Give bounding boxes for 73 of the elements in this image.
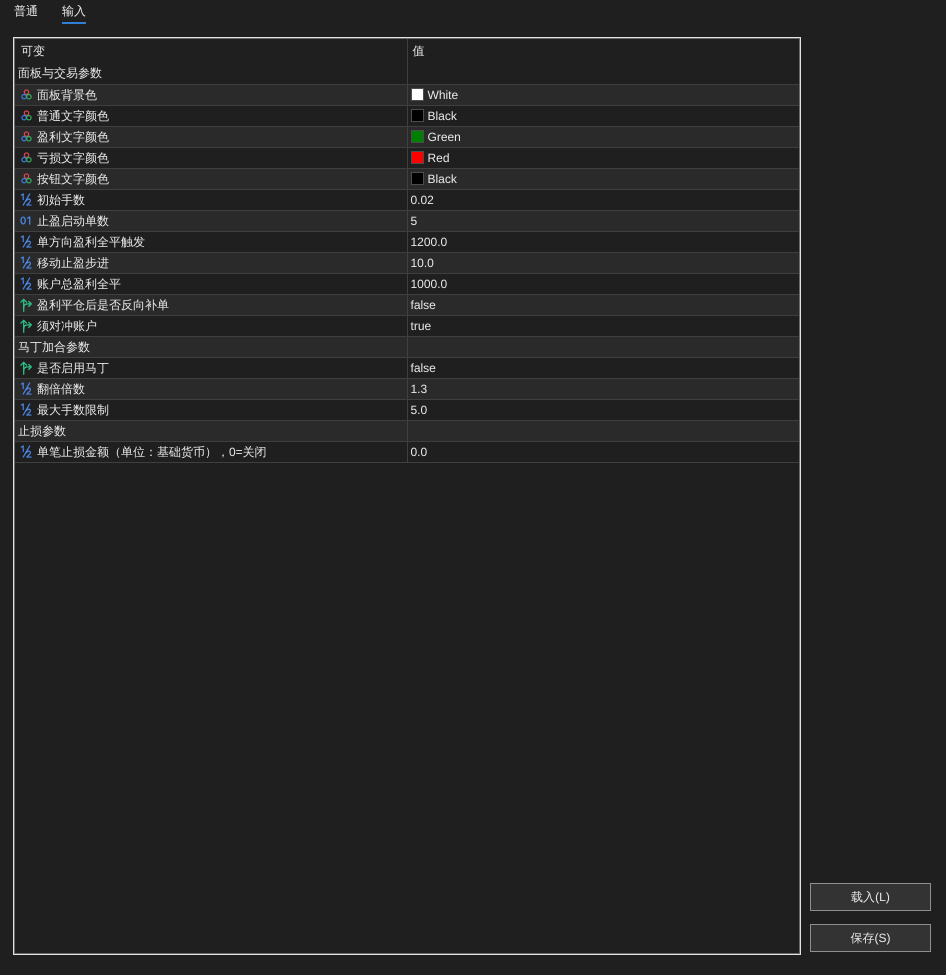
column-header: 值 xyxy=(412,43,424,60)
parameter-value: White xyxy=(428,86,458,104)
group-title: 面板与交易参数 xyxy=(18,65,102,82)
table-row[interactable]: 账户总盈利全平 1000.0 xyxy=(15,273,799,294)
parameter-name: 盈利文字颜色 xyxy=(37,128,109,146)
parameter-value: 5 xyxy=(410,212,418,230)
parameter-value: 0.02 xyxy=(410,192,434,208)
parameter-name: 普通文字颜色 xyxy=(37,108,109,124)
table-row[interactable]: 初始手数 0.02 xyxy=(15,189,799,210)
table-row[interactable]: 按钮文字颜色 Black xyxy=(15,168,799,189)
parameter-value: Black xyxy=(428,170,457,188)
table-row[interactable]: 须对冲账户 true xyxy=(15,315,799,336)
parameter-name: 按钮文字颜色 xyxy=(37,170,109,188)
table-row[interactable]: 盈利文字颜色 Green xyxy=(15,126,799,147)
branch-arrow-icon xyxy=(20,360,32,374)
three-rings-icon xyxy=(20,152,32,163)
parameter-value: 1000.0 xyxy=(410,276,448,292)
parameter-value: 1.3 xyxy=(410,380,428,398)
load-button[interactable]: 载入(L) xyxy=(810,883,931,911)
table-row[interactable]: 盈利平仓后是否反向补单 false xyxy=(15,294,799,315)
fraction-icon xyxy=(20,403,32,416)
parameter-name: 单方向盈利全平触发 xyxy=(37,234,145,250)
parameter-name: 最大手数限制 xyxy=(37,402,109,418)
fraction-icon xyxy=(20,193,32,206)
tab[interactable]: 输入 xyxy=(62,0,86,24)
parameter-value: Red xyxy=(428,150,450,166)
table-row[interactable]: 单方向盈利全平触发 1200.0 xyxy=(15,231,799,252)
three-rings-icon xyxy=(20,173,32,184)
fraction-icon xyxy=(20,256,32,269)
parameter-name: 账户总盈利全平 xyxy=(37,276,121,292)
parameter-name: 盈利平仓后是否反向补单 xyxy=(37,296,169,314)
table-row[interactable]: 最大手数限制 5.0 xyxy=(15,399,799,420)
table-row[interactable]: 面板背景色 White xyxy=(15,84,799,105)
table-row[interactable]: 亏损文字颜色 Red xyxy=(15,147,799,168)
fraction-icon xyxy=(20,445,32,458)
parameter-name: 面板背景色 xyxy=(37,86,97,104)
digits-icon xyxy=(20,216,32,225)
three-rings-icon xyxy=(20,131,32,142)
fraction-icon xyxy=(20,382,32,395)
table-row[interactable]: 单笔止损金额（单位：基础货币），0=关闭 0.0 xyxy=(15,441,799,462)
branch-arrow-icon xyxy=(20,318,32,332)
table-row[interactable]: 翻倍倍数 1.3 xyxy=(15,378,799,399)
parameter-value: 10.0 xyxy=(410,254,434,272)
tab[interactable]: 普通 xyxy=(14,0,38,24)
parameter-value: false xyxy=(410,360,436,376)
three-rings-icon xyxy=(20,89,32,100)
table-row[interactable]: 移动止盈步进 10.0 xyxy=(15,252,799,273)
three-rings-icon xyxy=(20,110,32,121)
parameter-value: 1200.0 xyxy=(410,234,448,250)
parameter-value: 5.0 xyxy=(410,402,428,418)
group-title: 止损参数 xyxy=(18,422,66,440)
parameter-name: 移动止盈步进 xyxy=(37,254,109,272)
group-title: 马丁加合参数 xyxy=(18,338,90,356)
parameter-name: 单笔止损金额（单位：基础货币），0=关闭 xyxy=(37,444,267,460)
parameter-name: 是否启用马丁 xyxy=(37,360,109,376)
parameter-name: 翻倍倍数 xyxy=(37,380,85,398)
fraction-icon xyxy=(20,277,32,290)
parameter-value: false xyxy=(410,296,436,314)
parameter-value: Green xyxy=(428,128,461,146)
table-row[interactable]: 是否启用马丁 false xyxy=(15,357,799,378)
parameter-name: 须对冲账户 xyxy=(37,318,97,334)
branch-arrow-icon xyxy=(20,298,32,312)
table-row[interactable]: 止盈启动单数 5 xyxy=(15,210,799,231)
parameter-name: 初始手数 xyxy=(37,192,85,208)
save-button[interactable]: 保存(S) xyxy=(810,924,931,952)
table-row[interactable]: 普通文字颜色 Black xyxy=(15,105,799,126)
column-header: 可变 xyxy=(20,43,45,60)
parameter-value: Black xyxy=(428,108,457,124)
parameter-name: 止盈启动单数 xyxy=(37,212,109,230)
fraction-icon xyxy=(20,235,32,248)
parameter-value: 0.0 xyxy=(410,444,428,460)
parameter-value: true xyxy=(410,318,432,334)
parameter-name: 亏损文字颜色 xyxy=(37,150,109,166)
